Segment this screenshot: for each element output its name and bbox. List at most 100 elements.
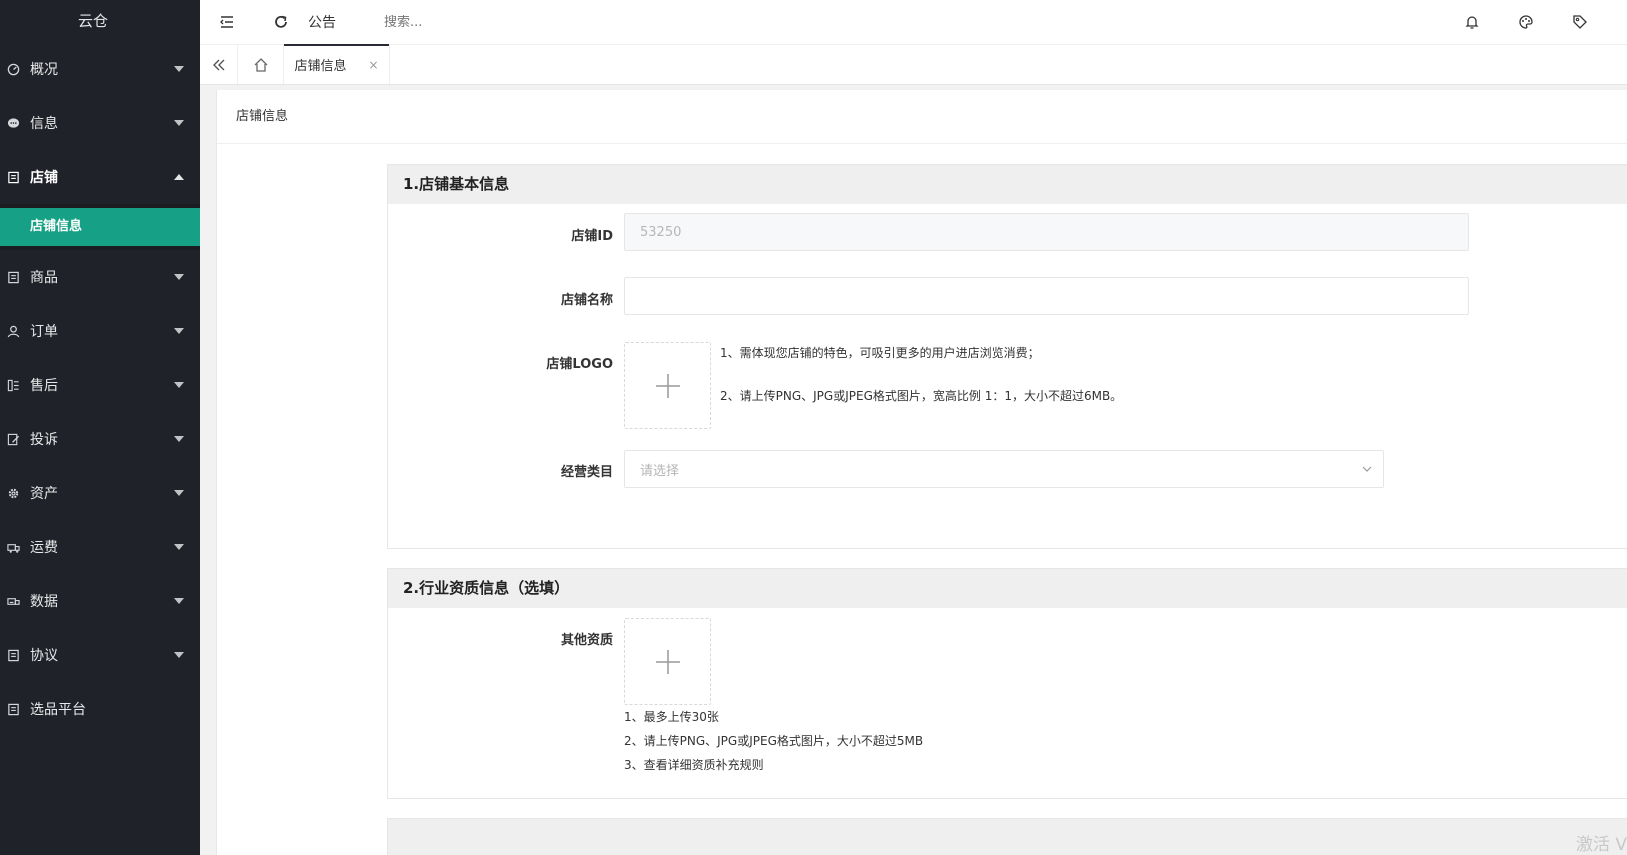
shop-name-label: 店铺名称 [560,293,613,308]
document-icon [6,702,20,716]
tag-button[interactable] [1553,0,1607,45]
page-title: 店铺信息 [217,90,1627,144]
refresh-icon [275,15,287,28]
plus-icon [655,373,680,398]
shop-name-input[interactable] [624,277,1469,315]
sidebar-item-after-sales[interactable]: 售后 [0,358,200,412]
refresh-button[interactable] [254,0,308,45]
tabs-scroll-left-button[interactable] [200,45,238,84]
caret-down-icon [174,436,184,442]
caret-down-icon [174,66,184,72]
home-tab[interactable] [238,45,284,84]
sidebar-item-label: 数据 [30,594,58,610]
chat-bubble-icon [6,116,20,130]
close-icon[interactable]: × [368,58,378,72]
sidebar-item-label: 协议 [30,648,58,664]
category-label: 经营类目 [560,465,613,480]
sidebar: 云仓 概况 信息 店铺 店铺信息 商品 订单 售后 投诉 资产 运费 数据 协议… [0,0,200,855]
tab-label: 店铺信息 [294,59,347,74]
qualification-rules-link[interactable]: 3、查看详细资质补充规则 [624,758,764,772]
sidebar-item-selection-platform[interactable]: 选品平台 [0,682,200,736]
page-tabs-bar: 店铺信息 × [200,44,1627,85]
sidebar-item-messages[interactable]: 信息 [0,96,200,150]
sidebar-subitem-shop-info[interactable]: 店铺信息 [0,208,200,246]
shop-id-label: 店铺ID [571,229,613,244]
menu-toggle-button[interactable] [200,0,254,45]
sidebar-item-label: 资产 [30,486,58,502]
sidebar-item-label: 运费 [30,540,58,556]
section-basic-info: 1.店铺基本信息 店铺ID 53250 店铺名称 店铺LOGO 1、需体现您店铺… [387,164,1627,549]
caret-down-icon [174,274,184,280]
top-header: 公告 [200,0,1627,45]
caret-down-icon [174,382,184,388]
notification-button[interactable] [1445,0,1499,45]
app-logo[interactable]: 云仓 [0,0,200,42]
sidebar-item-label: 信息 [30,116,58,132]
logo-hint-2: 2、请上传PNG、JPG或JPEG格式图片，宽高比例 1：1，大小不超过6MB。 [720,389,1123,403]
sidebar-item-complaints[interactable]: 投诉 [0,412,200,466]
sidebar-item-shop[interactable]: 店铺 [0,150,200,204]
chart-icon [6,594,20,608]
other-qualification-label: 其他资质 [560,633,613,648]
gear-icon [6,486,20,500]
sidebar-item-agreements[interactable]: 协议 [0,628,200,682]
tab-shop-info[interactable]: 店铺信息 × [284,44,390,84]
sidebar-submenu-shop: 店铺信息 [0,204,200,250]
caret-down-icon [174,490,184,496]
theme-button[interactable] [1499,0,1553,45]
shop-id-field: 53250 [624,213,1469,251]
sidebar-item-label: 订单 [30,324,58,340]
caret-up-icon [174,174,184,180]
truck-icon [6,540,20,554]
double-chevron-left-icon [212,59,224,70]
sidebar-item-orders[interactable]: 订单 [0,304,200,358]
plus-icon [655,649,680,674]
sidebar-item-label: 选品平台 [30,702,86,718]
section-title: 2.行业资质信息（选填） [388,569,1627,608]
caret-down-icon [174,120,184,126]
sidebar-item-shipping[interactable]: 运费 [0,520,200,574]
activation-watermark: 激活 V [1575,835,1627,855]
chevron-down-icon [1362,466,1372,472]
document-icon [6,270,20,284]
sidebar-item-products[interactable]: 商品 [0,250,200,304]
caret-down-icon [174,652,184,658]
section-qualification-info: 2.行业资质信息（选填） 其他资质 1、最多上传30张 2、请上传PNG、JPG… [387,568,1627,799]
category-select[interactable]: 请选择 [624,450,1384,488]
edit-document-icon [6,432,20,446]
sidebar-item-data[interactable]: 数据 [0,574,200,628]
user-icon [6,324,20,338]
document-icon [6,648,20,662]
main-content: 店铺信息 1.店铺基本信息 店铺ID 53250 店铺名称 店铺LOGO 1、需… [216,90,1627,855]
sidebar-item-overview[interactable]: 概况 [0,42,200,96]
bell-icon [1465,16,1479,29]
home-icon [254,57,267,72]
tag-icon [1573,15,1587,29]
section-next [387,818,1627,855]
qualification-upload-button[interactable] [624,618,711,705]
notice-link[interactable]: 公告 [308,12,336,32]
category-placeholder: 请选择 [640,463,680,479]
dashboard-icon [6,62,20,76]
caret-down-icon [174,544,184,550]
list-icon [6,378,20,392]
indent-icon [220,16,233,28]
header-actions [1445,0,1627,45]
section-title: 1.店铺基本信息 [388,165,1627,204]
sidebar-item-label: 投诉 [30,432,58,448]
qualification-hint-2: 2、请上传PNG、JPG或JPEG格式图片，大小不超过5MB [624,734,924,748]
sidebar-item-label: 店铺 [30,170,58,186]
document-icon [6,170,20,184]
caret-down-icon [174,328,184,334]
caret-down-icon [174,598,184,604]
sidebar-menu: 概况 信息 店铺 店铺信息 商品 订单 售后 投诉 资产 运费 数据 协议 选品… [0,42,200,736]
logo-hint-1: 1、需体现您店铺的特色，可吸引更多的用户进店浏览消费； [720,346,1040,360]
logo-upload-button[interactable] [624,342,711,429]
sidebar-item-label: 商品 [30,270,58,286]
palette-icon [1519,15,1533,29]
sidebar-item-label: 售后 [30,378,58,394]
sidebar-item-label: 概况 [30,62,58,78]
sidebar-item-assets[interactable]: 资产 [0,466,200,520]
search-input[interactable] [384,14,584,30]
qualification-hint-1: 1、最多上传30张 [624,710,719,724]
